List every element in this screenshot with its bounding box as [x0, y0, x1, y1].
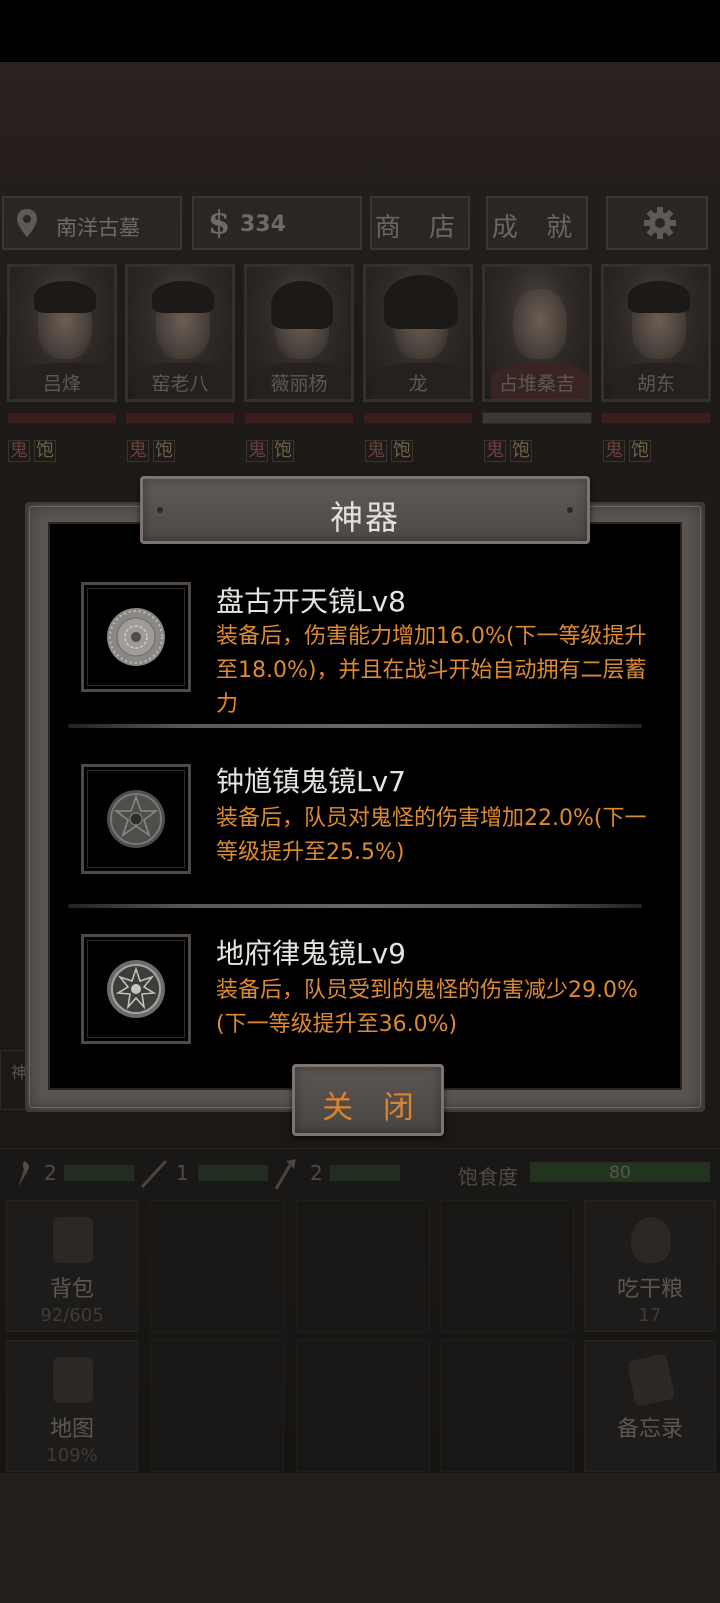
dialog-title-plate: 神器: [140, 476, 590, 544]
team-member-name: 胡东: [636, 373, 675, 395]
team-member-name: 吕烽: [42, 373, 81, 395]
bronze-mirror-icon: [107, 960, 165, 1018]
shovel-count: 2: [310, 1161, 323, 1185]
resource-bar: 2 1 2 饱食度 80: [0, 1148, 720, 1198]
team-member-name: 窑老八: [151, 373, 209, 395]
status-tags: 鬼饱: [127, 440, 175, 462]
health-bar: [482, 412, 592, 424]
achievements-button[interactable]: 成 就: [486, 196, 588, 250]
artifact-slot: [81, 934, 191, 1044]
health-bar: [363, 412, 473, 424]
torch-icon: [18, 1161, 29, 1187]
status-tags: 鬼饱: [365, 440, 413, 462]
memo-button[interactable]: 备忘录: [584, 1340, 716, 1472]
grid-cell[interactable]: [150, 1200, 284, 1332]
gear-icon: [644, 207, 676, 239]
grid-cell[interactable]: [296, 1340, 430, 1472]
dialog-title: 神器: [330, 498, 400, 537]
team-member-portrait[interactable]: 吕烽: [7, 264, 117, 402]
backpack-icon: [53, 1217, 93, 1263]
shovel-icon: [274, 1159, 296, 1190]
divider: [68, 904, 642, 908]
close-button[interactable]: 关 闭: [292, 1064, 444, 1136]
location-box: 南洋古墓: [2, 196, 182, 250]
torch-count: 2: [44, 1161, 57, 1185]
status-tags: 鬼饱: [603, 440, 651, 462]
team-member-portrait[interactable]: 胡东: [601, 264, 711, 402]
health-bar: [244, 412, 354, 424]
satiety-label: 饱食度: [458, 1165, 518, 1189]
side-tab[interactable]: 神: [0, 1050, 28, 1110]
achievements-label: 成 就: [491, 213, 583, 243]
team-member-name: 占堆桑吉: [498, 373, 575, 395]
team-member-name: 龙: [408, 373, 428, 395]
shop-button[interactable]: 商 店: [370, 196, 470, 250]
artifact-name: 地府律鬼镜Lv9: [216, 937, 406, 970]
rope-icon: [140, 1159, 168, 1189]
bottom-area: [0, 1473, 720, 1603]
artifact-description: 装备后，队员受到的鬼怪的伤害减少29.0%(下一等级提升至36.0%): [216, 978, 638, 1037]
artifact-name: 钟馗镇鬼镜Lv7: [216, 765, 406, 798]
team-member-portrait[interactable]: 薇丽杨: [244, 264, 354, 402]
rope-count: 1: [176, 1161, 189, 1185]
grid-cell[interactable]: [440, 1200, 574, 1332]
team-member-portrait[interactable]: 占堆桑吉: [482, 264, 592, 402]
satiety-bar: 80: [530, 1162, 710, 1183]
ration-bag-icon: [631, 1217, 671, 1263]
close-label: 关 闭: [322, 1090, 424, 1126]
team-member-portrait[interactable]: 窑老八: [125, 264, 235, 402]
status-tags: 鬼饱: [246, 440, 294, 462]
map-icon: [53, 1357, 93, 1403]
location-pin-icon: [17, 209, 37, 237]
bronze-mirror-icon: [107, 608, 165, 666]
grid-cell[interactable]: [296, 1200, 430, 1332]
status-bar-area: [0, 0, 720, 62]
artifact-description: 装备后，伤害能力增加16.0%(下一等级提升至18.0%)，并且在战斗开始自动拥…: [216, 624, 647, 717]
memo-book-icon: [626, 1353, 676, 1407]
artifact-name: 盘古开天镜Lv8: [216, 585, 406, 618]
status-tags: 鬼饱: [8, 440, 56, 462]
grid-cell[interactable]: [440, 1340, 574, 1472]
artifact-slot: [81, 764, 191, 874]
bronze-mirror-icon: [107, 790, 165, 848]
health-bar: [601, 412, 711, 424]
health-bar: [7, 412, 117, 424]
money-value: 334: [240, 212, 286, 237]
shop-label: 商 店: [374, 213, 466, 243]
team-member-portrait[interactable]: 龙: [363, 264, 473, 402]
settings-button[interactable]: [606, 196, 708, 250]
eat-ration-button[interactable]: 吃干粮 17: [584, 1200, 716, 1332]
location-name: 南洋古墓: [56, 216, 140, 240]
status-tags: 鬼饱: [484, 440, 532, 462]
backpack-button[interactable]: 背包 92/605: [6, 1200, 138, 1332]
team-member-name: 薇丽杨: [270, 373, 328, 395]
money-box: $ 334: [192, 196, 362, 250]
health-bar: [125, 412, 235, 424]
grid-cell[interactable]: [150, 1340, 284, 1472]
dollar-icon: $: [208, 203, 231, 241]
divider: [68, 724, 642, 728]
artifact-description: 装备后，队员对鬼怪的伤害增加22.0%(下一等级提升至25.5%): [216, 806, 647, 865]
artifact-slot: [81, 582, 191, 692]
map-button[interactable]: 地图 109%: [6, 1340, 138, 1472]
